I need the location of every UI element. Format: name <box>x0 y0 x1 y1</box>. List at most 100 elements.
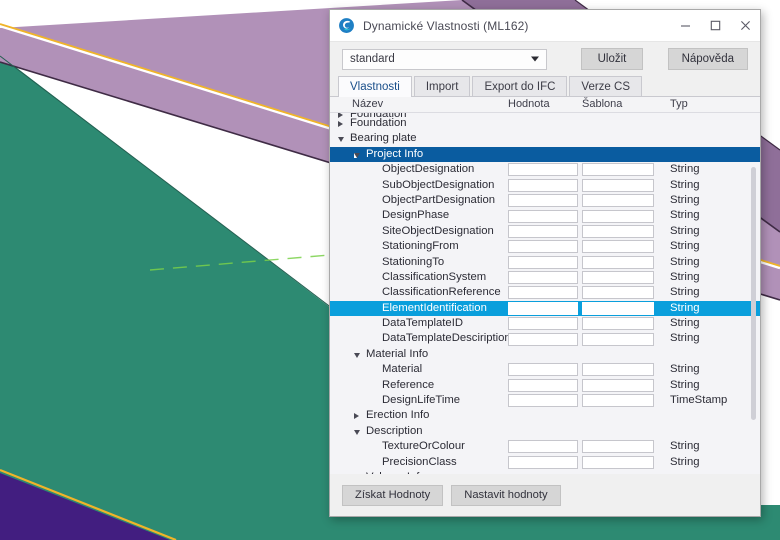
tree-property-row[interactable]: SubObjectDesignation String <box>330 178 760 193</box>
tree-property-row[interactable]: DesignLifeTime TimeStamp <box>330 393 760 408</box>
chevron-down-icon[interactable] <box>354 152 360 158</box>
property-template-input[interactable] <box>582 378 654 392</box>
property-value-input[interactable] <box>508 363 578 377</box>
tree-property-row[interactable]: TextureOrColour String <box>330 439 760 454</box>
property-value-input[interactable] <box>508 332 578 346</box>
property-type-label: String <box>670 332 700 345</box>
tree-property-row[interactable]: ObjectDesignation String <box>330 162 760 177</box>
tree-property-row[interactable]: ElementIdentification String <box>330 300 760 317</box>
dynamic-properties-dialog[interactable]: Dynamické Vlastnosti (ML162) standard Ul… <box>329 9 761 517</box>
property-value-input[interactable] <box>508 224 578 238</box>
property-template-input[interactable] <box>582 194 654 208</box>
tree-row-label: SiteObjectDesignation <box>382 224 494 237</box>
property-template-input[interactable] <box>582 286 654 300</box>
property-value-input[interactable] <box>508 286 578 300</box>
property-value-input[interactable] <box>508 394 578 408</box>
minimize-button[interactable] <box>670 11 700 41</box>
property-type-label: String <box>670 378 700 391</box>
tree-group-row[interactable]: Bearing plate <box>330 131 760 146</box>
property-value-input[interactable] <box>508 255 578 269</box>
chevron-down-icon[interactable] <box>338 137 344 143</box>
property-value-input[interactable] <box>508 163 578 177</box>
chevron-down-icon[interactable] <box>354 352 360 358</box>
get-values-button[interactable]: Získat Hodnoty <box>342 484 444 506</box>
property-value-input[interactable] <box>508 455 578 469</box>
tree-property-row[interactable]: DesignPhase String <box>330 208 760 223</box>
column-header-název: Název <box>352 98 384 110</box>
save-button[interactable]: Uložit <box>581 48 643 70</box>
property-value-input[interactable] <box>508 440 578 454</box>
chevron-right-icon[interactable] <box>354 413 359 420</box>
property-template-input[interactable] <box>582 209 654 223</box>
tree-group-row[interactable]: Project Info <box>330 146 760 163</box>
property-template-input[interactable] <box>582 394 654 408</box>
property-type-label: String <box>670 240 700 253</box>
property-value-input[interactable] <box>508 317 578 331</box>
property-template-input[interactable] <box>582 271 654 285</box>
maximize-button[interactable] <box>700 11 730 41</box>
tree-property-row[interactable]: StationingFrom String <box>330 239 760 254</box>
tree-group-row[interactable]: Description <box>330 424 760 439</box>
property-template-input[interactable] <box>582 163 654 177</box>
property-value-input[interactable] <box>508 194 578 208</box>
tree-group-row[interactable]: Volume Info <box>330 470 760 474</box>
chevron-down-icon[interactable] <box>354 429 360 435</box>
tab-import[interactable]: Import <box>413 76 471 96</box>
property-template-input[interactable] <box>582 255 654 269</box>
tab-export-do-ifc[interactable]: Export do IFC <box>472 76 568 96</box>
tree-row-label: DesignLifeTime <box>382 394 461 407</box>
property-type-label: TimeStamp <box>670 394 728 407</box>
property-value-input[interactable] <box>508 378 578 392</box>
tree-property-row[interactable]: ClassificationReference String <box>330 285 760 300</box>
property-template-input[interactable] <box>582 178 654 192</box>
property-value-input[interactable] <box>508 178 578 192</box>
property-value-input[interactable] <box>508 209 578 223</box>
tree-property-row[interactable]: ClassificationSystem String <box>330 270 760 285</box>
tree-group-row[interactable]: Foundation <box>330 116 760 131</box>
tab-verze-cs[interactable]: Verze CS <box>569 76 642 96</box>
property-template-input[interactable] <box>582 363 654 377</box>
properties-tree[interactable]: Foundation Foundation Bearing plate Project… <box>330 113 760 474</box>
property-type-label: String <box>670 286 700 299</box>
tree-scrollbar[interactable] <box>751 118 756 469</box>
property-value-input[interactable] <box>508 301 578 315</box>
dialog-title: Dynamické Vlastnosti (ML162) <box>363 18 529 33</box>
property-template-input[interactable] <box>582 224 654 238</box>
tree-property-row[interactable]: Material String <box>330 362 760 377</box>
help-button[interactable]: Nápověda <box>667 48 748 70</box>
tree-row-label: Volume Info <box>366 471 426 474</box>
property-type-label: String <box>670 193 700 206</box>
dialog-titlebar[interactable]: Dynamické Vlastnosti (ML162) <box>330 10 760 42</box>
property-value-input[interactable] <box>508 240 578 254</box>
set-values-button[interactable]: Nastavit hodnoty <box>451 484 561 506</box>
tab-vlastnosti[interactable]: Vlastnosti <box>338 76 412 97</box>
property-type-label: String <box>670 270 700 283</box>
tree-row-label: ClassificationReference <box>382 286 501 299</box>
tree-property-row[interactable]: PrecisionClass String <box>330 455 760 470</box>
tree-property-row[interactable]: SiteObjectDesignation String <box>330 224 760 239</box>
dialog-footer: Získat Hodnoty Nastavit hodnoty <box>330 474 760 516</box>
property-template-input[interactable] <box>582 455 654 469</box>
tree-group-row[interactable]: Material Info <box>330 347 760 362</box>
chevron-right-icon[interactable] <box>338 121 343 127</box>
tree-property-row[interactable]: ObjectPartDesignation String <box>330 193 760 208</box>
tree-property-row[interactable]: Reference String <box>330 378 760 393</box>
close-button[interactable] <box>730 11 760 41</box>
tree-scrollbar-thumb[interactable] <box>751 167 756 420</box>
profile-select[interactable]: standard <box>342 48 547 70</box>
tree-property-row[interactable]: StationingTo String <box>330 255 760 270</box>
tree-row-label: DataTemplateID <box>382 317 463 330</box>
property-type-label: String <box>670 301 700 314</box>
property-template-input[interactable] <box>582 332 654 346</box>
tree-group-row[interactable]: Erection Info <box>330 408 760 423</box>
tree-row-label: Bearing plate <box>350 132 417 145</box>
property-template-input[interactable] <box>582 440 654 454</box>
tree-property-row[interactable]: DataTemplateDesciription String <box>330 331 760 346</box>
tree-property-row[interactable]: DataTemplateID String <box>330 316 760 331</box>
property-template-input[interactable] <box>582 317 654 331</box>
property-template-input[interactable] <box>582 301 654 315</box>
column-header-hodnota: Hodnota <box>508 98 550 110</box>
property-value-input[interactable] <box>508 271 578 285</box>
property-template-input[interactable] <box>582 240 654 254</box>
tree-row-label: Material <box>382 363 423 376</box>
